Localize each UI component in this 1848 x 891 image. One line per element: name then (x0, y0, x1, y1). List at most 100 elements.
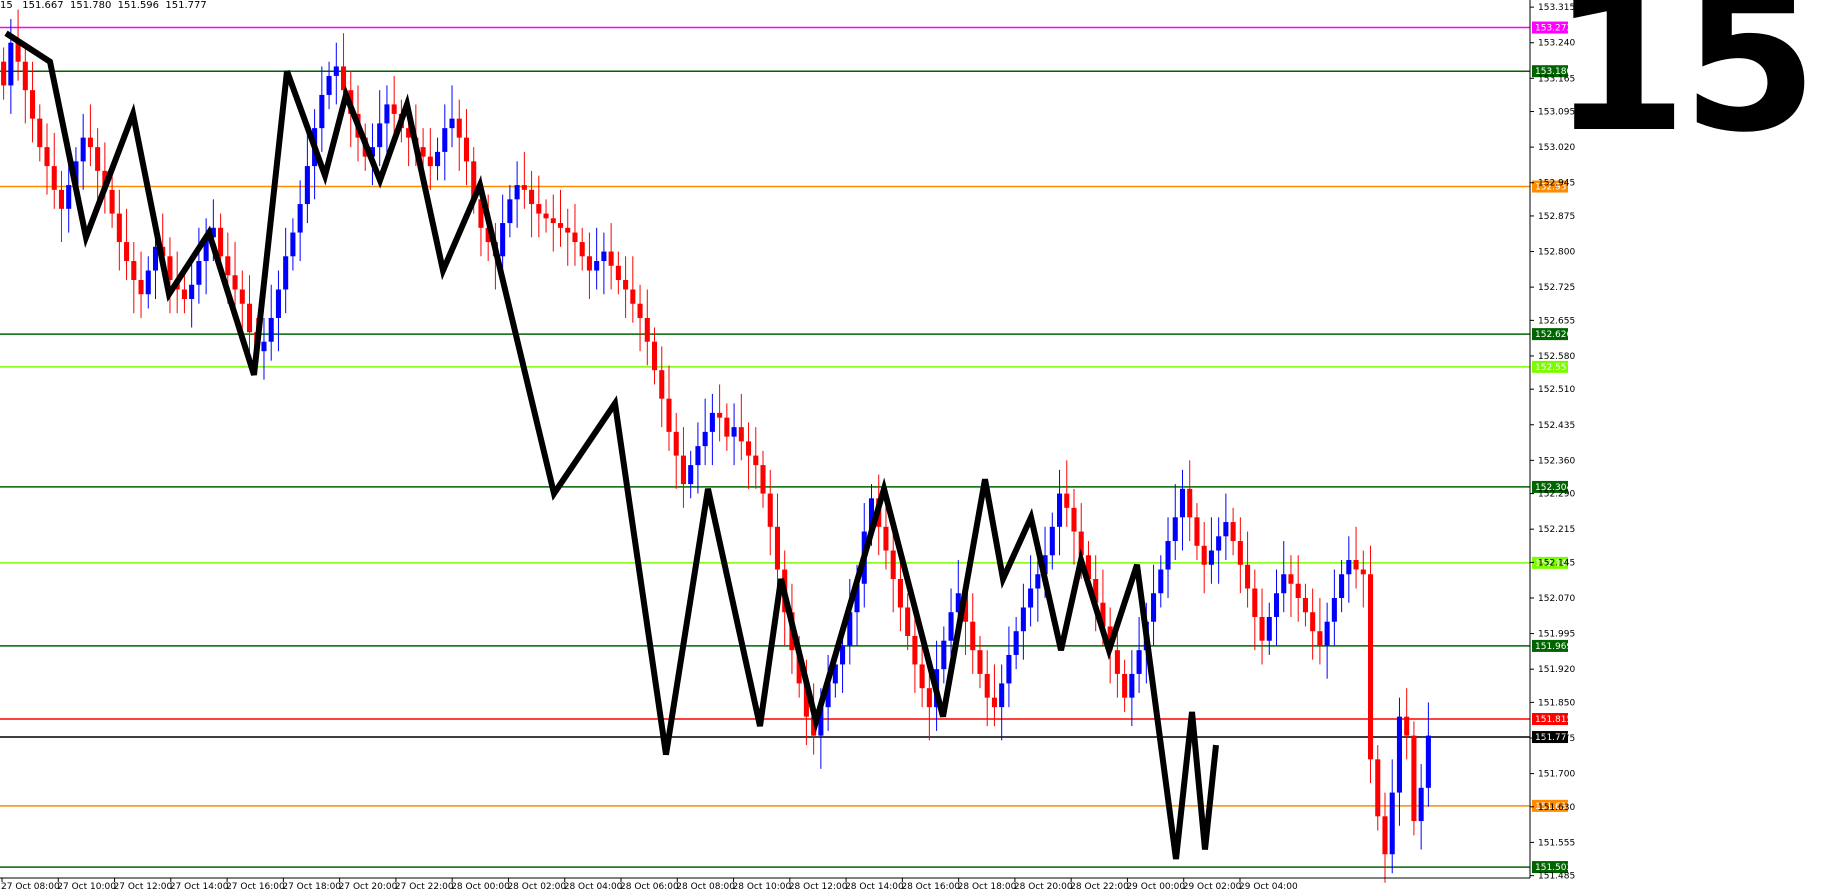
time-tick-label: 27 Oct 20:00 (339, 882, 398, 891)
candle-body (1375, 759, 1381, 817)
candle-body (30, 90, 36, 119)
candle-body (1187, 488, 1193, 518)
price-axis: 153.315 153.240 153.165 153.095 153.020 152.9… (1529, 0, 1575, 882)
candle-body (1013, 631, 1019, 655)
candle-body (8, 42, 14, 86)
candle-body (232, 275, 238, 290)
candle-body (731, 427, 737, 437)
candle-body (218, 227, 224, 257)
candle-body (999, 683, 1005, 708)
candle-body (1346, 560, 1352, 575)
candle-body (1020, 607, 1026, 632)
time-tick-label: 27 Oct 16:00 (226, 882, 285, 891)
candle-body (1425, 735, 1431, 788)
candle-body (1324, 621, 1330, 646)
candle-body (579, 242, 585, 257)
time-tick-label: 28 Oct 00:00 (451, 882, 510, 891)
candle-body (608, 251, 614, 266)
candle-body (1136, 650, 1142, 674)
candle-body (391, 104, 397, 114)
time-tick-label: 27 Oct 18:00 (282, 882, 341, 891)
price-level-tag-label: 153.272 (1535, 24, 1572, 34)
time-tick-label: 29 Oct 04:00 (1239, 882, 1298, 891)
candle-body (637, 303, 643, 318)
candle-body (51, 166, 57, 190)
candle-body (1172, 517, 1178, 542)
candle-body (651, 341, 658, 371)
candle-body (1389, 792, 1395, 855)
candle-body (1396, 716, 1402, 793)
candle-body (702, 431, 708, 447)
price-tick-label: 151.775 (1538, 734, 1575, 744)
candle-body (601, 251, 607, 262)
candle-body (449, 118, 455, 129)
price-tick-label: 152.290 (1538, 490, 1575, 500)
candle-body (1367, 574, 1374, 760)
candle-body (557, 223, 564, 228)
candle-body (529, 189, 535, 205)
time-tick-label: 27 Oct 22:00 (395, 882, 454, 891)
candle-body (912, 635, 918, 665)
candle-body (1418, 787, 1424, 822)
candle-body (926, 688, 932, 708)
candle-body (131, 261, 137, 281)
candle-body (1028, 588, 1034, 608)
candle-body (1165, 541, 1171, 570)
candle-body (196, 261, 202, 285)
candle-body (543, 213, 549, 219)
candle-body (319, 94, 325, 129)
candle-body (1122, 673, 1128, 698)
candle-body (890, 550, 896, 580)
candle-body (507, 199, 513, 224)
candle-body (225, 256, 231, 276)
candle-body (1288, 574, 1294, 584)
candle-body (427, 156, 433, 167)
price-level-tag-label: 151.969 (1535, 642, 1572, 652)
candle-body (1129, 673, 1135, 698)
candle-body (659, 370, 665, 399)
candle-body (1404, 716, 1410, 736)
candle-body (124, 242, 130, 262)
candle-body (1317, 631, 1323, 646)
price-tick-label: 151.485 (1538, 872, 1575, 882)
candle-body (22, 61, 28, 91)
candle-body (666, 398, 672, 432)
candle-body (724, 417, 730, 437)
price-tick-label: 152.580 (1538, 352, 1575, 362)
candle-body (1411, 735, 1417, 822)
candle-body (1071, 507, 1077, 532)
candle-body (456, 118, 462, 138)
price-tick-label: 152.145 (1538, 558, 1575, 568)
candle-body (1223, 522, 1229, 537)
price-level-tag-label: 152.557 (1535, 363, 1572, 373)
time-tick-label: 28 Oct 18:00 (958, 882, 1017, 891)
time-tick-label: 28 Oct 10:00 (733, 882, 792, 891)
candle-body (1006, 654, 1012, 684)
time-tick-label: 28 Oct 08:00 (676, 882, 735, 891)
candle-body (897, 579, 903, 608)
candle-body (275, 289, 281, 318)
candle-body (991, 697, 997, 708)
candle-body (95, 147, 101, 171)
candle-body (1049, 526, 1055, 556)
candle-body (290, 232, 296, 257)
candle-body (1245, 564, 1251, 589)
candle-body (1194, 517, 1200, 546)
candle-body (615, 265, 621, 281)
price-tick-label: 152.215 (1538, 525, 1575, 535)
price-tick-label: 151.700 (1538, 770, 1575, 780)
candle-body (1, 61, 7, 86)
candle-body (586, 256, 592, 271)
candle-body (1179, 488, 1186, 518)
candle-body (883, 526, 889, 551)
candle-body (189, 284, 195, 299)
candle-body (1360, 569, 1366, 575)
price-tick-label: 152.360 (1538, 456, 1575, 466)
candle-body (1281, 574, 1287, 594)
candle-body (1114, 650, 1120, 674)
candle-body (384, 104, 390, 124)
candle-body (420, 147, 426, 157)
horizontal-levels: 153.272153.180152.937152.626152.557152.3… (0, 21, 1572, 874)
candle-body (326, 75, 332, 95)
candle-body (1266, 616, 1272, 641)
